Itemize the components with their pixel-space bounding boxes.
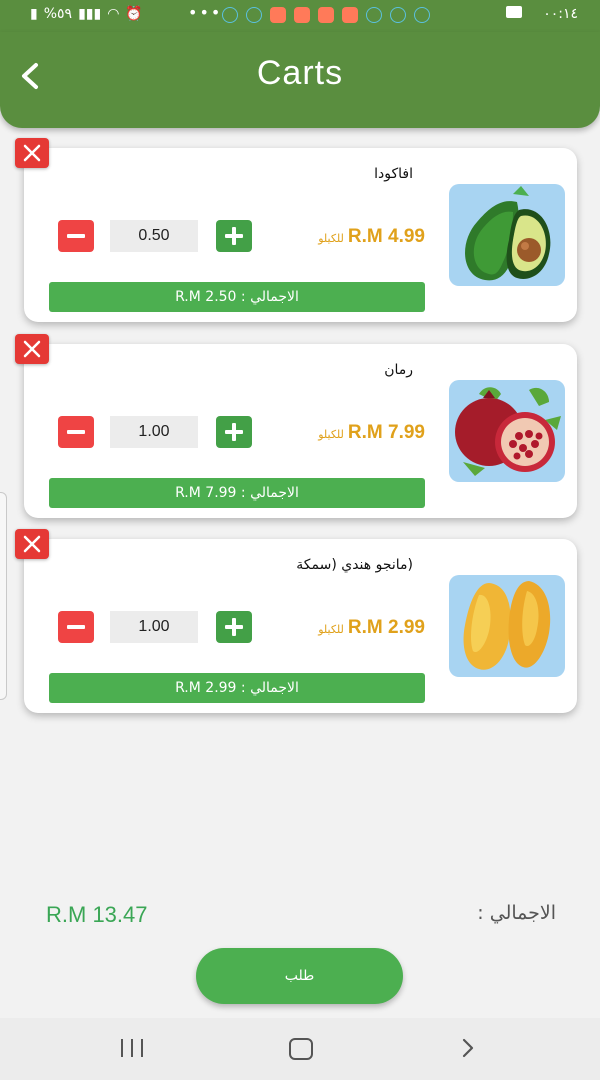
page-title: Carts	[256, 54, 344, 92]
increase-quantity-button[interactable]	[216, 611, 252, 643]
notification-icon	[414, 7, 430, 23]
product-name: (مانجو هندي (سمكة	[296, 557, 413, 573]
more-notifications-icon: •••	[188, 3, 223, 22]
notification-icons	[222, 7, 430, 23]
price-value: R.M 4.99	[347, 226, 425, 247]
app-notification-icon	[318, 7, 334, 23]
status-time: ٠٠:١٤	[543, 6, 578, 22]
quantity-field[interactable]	[110, 220, 198, 252]
item-total: الاجمالي : R.M 2.99	[49, 673, 425, 703]
remove-item-button[interactable]	[15, 138, 49, 168]
product-image-mango	[449, 575, 565, 677]
close-icon	[23, 340, 41, 358]
increase-quantity-button[interactable]	[216, 220, 252, 252]
nav-back-button[interactable]	[456, 1036, 480, 1060]
item-total: الاجمالي : R.M 2.50	[49, 282, 425, 312]
cart-item-card: رمان للكيلو R.M 7.99 الاجمالي : R.M 7.99	[24, 344, 577, 518]
decrease-quantity-button[interactable]	[58, 416, 94, 448]
increase-quantity-button[interactable]	[216, 416, 252, 448]
price-value: R.M 7.99	[347, 422, 425, 443]
wifi-icon: ◠	[107, 6, 120, 22]
item-total: الاجمالي : R.M 7.99	[49, 478, 425, 508]
signal-icon: ▮▮▮	[78, 6, 102, 22]
notification-icon	[246, 7, 262, 23]
mango-image	[463, 581, 551, 670]
pomegranate-image	[455, 387, 561, 476]
product-image-avocado	[449, 184, 565, 286]
status-bar: ▮ %٥٩ ▮▮▮ ◠ ⏰ ••• ٠٠:١٤	[0, 0, 600, 32]
home-button[interactable]	[289, 1038, 313, 1060]
order-button[interactable]: طلب	[196, 948, 403, 1004]
close-icon	[23, 144, 41, 162]
unit-price: للكيلو R.M 4.99	[318, 226, 425, 248]
message-icon	[506, 6, 522, 18]
app-notification-icon	[270, 7, 286, 23]
chevron-right-icon	[462, 1038, 474, 1058]
unit-price: للكيلو R.M 2.99	[318, 617, 425, 639]
avocado-image	[465, 186, 551, 281]
system-nav-bar	[0, 1018, 600, 1080]
battery-icon: ▮	[30, 6, 38, 22]
remove-item-button[interactable]	[15, 529, 49, 559]
app-notification-icon	[342, 7, 358, 23]
unit-price: للكيلو R.M 7.99	[318, 422, 425, 444]
remove-item-button[interactable]	[15, 334, 49, 364]
decrease-quantity-button[interactable]	[58, 220, 94, 252]
battery-level: %٥٩	[43, 6, 73, 22]
product-name: افاكودا	[374, 166, 413, 182]
price-unit: للكيلو	[318, 623, 344, 636]
quantity-field[interactable]	[110, 611, 198, 643]
notification-icon	[222, 7, 238, 23]
price-unit: للكيلو	[318, 232, 344, 245]
product-image-pomegranate	[449, 380, 565, 482]
price-value: R.M 2.99	[347, 617, 425, 638]
quantity-field[interactable]	[110, 416, 198, 448]
cart-item-card: (مانجو هندي (سمكة للكيلو R.M 2.99 الاجما…	[24, 539, 577, 713]
status-left: ▮ %٥٩ ▮▮▮ ◠ ⏰	[30, 6, 143, 22]
grand-total-label: الاجمالي :	[477, 902, 556, 924]
app-notification-icon	[294, 7, 310, 23]
notification-icon	[366, 7, 382, 23]
app-bar: Carts	[0, 32, 600, 128]
alarm-icon: ⏰	[125, 6, 143, 22]
recent-apps-button[interactable]	[121, 1039, 145, 1059]
close-icon	[23, 535, 41, 553]
price-unit: للكيلو	[318, 428, 344, 441]
cart-item-card: افاكودا للكيلو R.M 4.99 الاجمالي : R.M 2…	[24, 148, 577, 322]
side-edge-handle[interactable]	[0, 492, 7, 700]
notification-icon	[390, 7, 406, 23]
product-name: رمان	[384, 362, 413, 378]
decrease-quantity-button[interactable]	[58, 611, 94, 643]
grand-total-value: R.M 13.47	[46, 902, 148, 927]
